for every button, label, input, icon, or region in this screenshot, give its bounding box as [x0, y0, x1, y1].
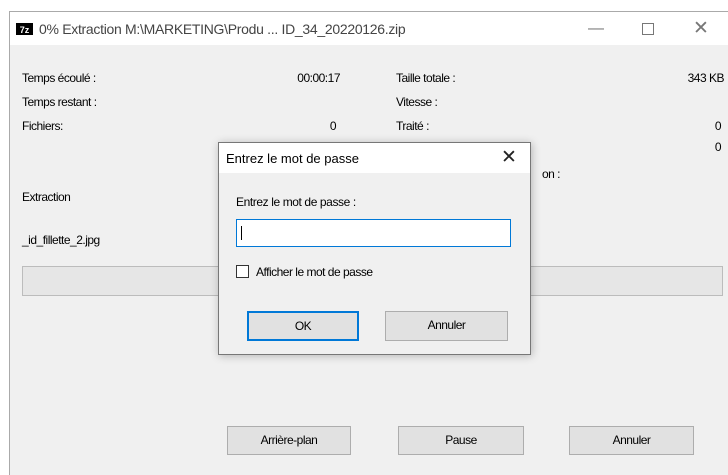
minimize-icon: — [588, 20, 604, 37]
dialog-titlebar[interactable]: Entrez le mot de passe ✕ [219, 143, 530, 173]
ok-button[interactable]: OK [247, 311, 359, 341]
text-caret [241, 226, 242, 240]
operation-label: Extraction [22, 190, 71, 204]
cancel-button[interactable]: Annuler [569, 426, 694, 455]
processed-value: 0 [714, 119, 722, 133]
remaining-time-label: Temps restant : [22, 95, 97, 109]
background-button[interactable]: Arrière-plan [227, 426, 351, 455]
compressed-value: 0 [714, 140, 722, 154]
window-title: 0% Extraction M:\MARKETING\Produ ... ID_… [39, 21, 406, 37]
compressed-label-partial: on : [542, 167, 561, 181]
close-icon: ✕ [693, 18, 709, 39]
elapsed-time-label: Temps écoulé : [22, 71, 96, 85]
password-input[interactable] [236, 219, 511, 247]
elapsed-time-value: 00:00:17 [297, 71, 340, 85]
minimize-button[interactable]: — [573, 12, 619, 45]
dialog-close-icon: ✕ [501, 147, 517, 168]
speed-label: Vitesse : [396, 95, 438, 109]
close-button[interactable]: ✕ [678, 12, 724, 45]
show-password-label[interactable]: Afficher le mot de passe [256, 265, 373, 279]
total-size-label: Taille totale : [396, 71, 456, 85]
password-dialog: Entrez le mot de passe ✕ Entrez le mot d… [218, 142, 531, 355]
dialog-title: Entrez le mot de passe [226, 151, 359, 166]
current-file-name: _id_fillette_2.jpg [22, 233, 100, 247]
processed-label: Traité : [396, 119, 429, 133]
app-7zip-icon: 7z [16, 23, 33, 35]
window-titlebar[interactable]: 7z 0% Extraction M:\MARKETING\Produ ... … [10, 12, 728, 45]
total-size-value: 343 KB [687, 71, 725, 85]
password-prompt-label: Entrez le mot de passe : [236, 195, 356, 209]
files-value: 0 [329, 119, 337, 133]
files-label: Fichiers: [22, 119, 63, 133]
maximize-icon [642, 22, 654, 35]
dialog-cancel-button[interactable]: Annuler [385, 311, 508, 341]
dialog-close-button[interactable]: ✕ [494, 146, 524, 170]
checkbox-box[interactable] [236, 265, 249, 278]
maximize-button[interactable] [625, 12, 671, 45]
pause-button[interactable]: Pause [398, 426, 524, 455]
